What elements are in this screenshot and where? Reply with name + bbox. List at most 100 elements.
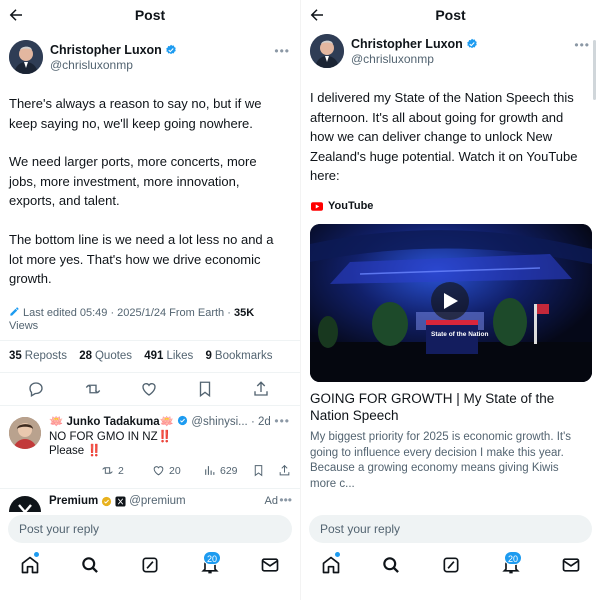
avatar[interactable]	[310, 34, 344, 68]
quotes-count: 28	[79, 350, 92, 362]
home-icon[interactable]	[321, 555, 341, 575]
like-heart-icon[interactable]	[140, 380, 158, 398]
top-bar: Post	[0, 0, 300, 30]
divider	[0, 405, 300, 406]
play-button[interactable]	[431, 282, 469, 320]
more-options-icon[interactable]: •••	[279, 493, 292, 507]
youtube-logo-icon	[311, 201, 323, 211]
top-bar: Post	[301, 0, 600, 30]
bookmarks-count: 9	[205, 350, 212, 362]
messages-envelope-icon[interactable]	[260, 555, 280, 575]
post-screen-right: Post Christopher Luxon @chrisluxonmp •••…	[300, 0, 600, 600]
link-source-name: YouTube	[328, 200, 374, 212]
reply-input[interactable]: Post your reply	[309, 515, 592, 543]
link-card-description: My biggest priority for 2025 is economic…	[310, 431, 572, 490]
video-thumbnail[interactable]: State of the Nation	[310, 224, 592, 382]
divider	[0, 488, 300, 489]
ad-label: Ad	[264, 495, 278, 507]
x-square-icon	[115, 495, 126, 507]
author-name-row: Christopher Luxon	[50, 43, 177, 57]
author-name[interactable]: Christopher Luxon	[50, 43, 162, 57]
link-card-title[interactable]: GOING FOR GROWTH | My State of the Natio…	[310, 390, 588, 424]
post-screen-left: Post Christopher Luxon @chrisluxonmp •••…	[0, 0, 300, 600]
search-icon[interactable]	[80, 555, 100, 575]
engagement-stats: 35 Reposts 28 Quotes 491 Likes 9 Bookmarks	[9, 350, 281, 362]
grok-icon[interactable]	[441, 555, 461, 575]
reply-author: 🪷 Junko Tadakuma🪷 @shinysi... · 2d	[49, 414, 271, 428]
likes-label: Likes	[166, 350, 194, 362]
grok-icon[interactable]	[140, 555, 160, 575]
views-count: 35K	[233, 307, 255, 319]
quotes-stat[interactable]: 28 Quotes	[79, 350, 132, 362]
reply-placeholder: Post your reply	[320, 522, 401, 536]
more-options-icon[interactable]: •••	[274, 44, 290, 58]
post-actions	[0, 380, 300, 400]
repost-icon[interactable]	[84, 380, 102, 398]
home-icon[interactable]	[20, 555, 40, 575]
home-notification-dot	[335, 552, 340, 557]
post-author[interactable]: Christopher Luxon @chrisluxonmp •••	[310, 34, 600, 70]
reply-post[interactable]: 🪷 Junko Tadakuma🪷 @shinysi... · 2d ••• N…	[0, 410, 300, 490]
reply-repost-button[interactable]: 2	[101, 464, 124, 477]
reply-author-name[interactable]: 🪷 Junko Tadakuma🪷	[49, 416, 174, 428]
reposts-count: 35	[9, 350, 22, 362]
reply-text: NO FOR GMO IN NZ‼️ Please ‼️	[49, 430, 172, 458]
reply-placeholder: Post your reply	[19, 522, 100, 536]
author-name-row: Christopher Luxon	[351, 37, 478, 51]
bottom-tab-bar: 20	[0, 551, 300, 581]
reply-avatar[interactable]	[9, 417, 41, 449]
author-name[interactable]: Christopher Luxon	[351, 37, 463, 51]
more-options-icon[interactable]: •••	[574, 38, 590, 52]
bookmark-icon[interactable]	[252, 464, 265, 477]
bookmark-icon[interactable]	[196, 380, 214, 398]
home-notification-dot	[34, 552, 39, 557]
post-text-paragraph-2: We need larger ports, more concerts, mor…	[9, 154, 257, 208]
likes-count: 491	[144, 350, 164, 362]
promoted-handle: @premium	[129, 495, 186, 507]
share-icon[interactable]	[252, 380, 270, 398]
author-handle: @chrisluxonmp	[351, 52, 434, 66]
reply-repost-count: 2	[118, 464, 124, 477]
verified-badge-icon	[178, 415, 188, 426]
repost-icon	[102, 467, 113, 474]
bookmarks-label: Bookmarks	[214, 350, 273, 362]
reply-input[interactable]: Post your reply	[8, 515, 292, 543]
search-icon[interactable]	[381, 555, 401, 575]
reply-like-count: 20	[169, 464, 181, 477]
avatar[interactable]	[9, 40, 43, 74]
link-source: YouTube	[311, 200, 373, 212]
reposts-stat[interactable]: 35 Reposts	[9, 350, 67, 362]
edit-pencil-icon	[10, 307, 19, 316]
promoted-author: Premium @premium	[49, 495, 186, 507]
author-handle: @chrisluxonmp	[50, 58, 133, 72]
gold-verified-badge-icon	[102, 496, 112, 506]
reply-text-line-1: NO FOR GMO IN NZ‼️	[49, 431, 172, 443]
reply-icon[interactable]	[27, 380, 45, 398]
messages-envelope-icon[interactable]	[561, 555, 581, 575]
reply-actions: 2 20 629	[49, 464, 290, 480]
notifications-badge: 20	[504, 551, 523, 565]
promoted-post[interactable]: Premium @premium Ad •••	[0, 490, 300, 512]
post-text: I delivered my State of the Nation Speec…	[310, 90, 578, 183]
edited-timestamp[interactable]: Last edited 05:49 · 2025/1/24 From Earth…	[23, 307, 231, 319]
quotes-label: Quotes	[94, 350, 133, 362]
reply-handle: @shinysi... · 2d	[191, 416, 271, 428]
verified-badge-icon	[467, 38, 477, 49]
share-icon[interactable]	[278, 464, 291, 477]
post-text-paragraph-1: There's always a reason to say no, but i…	[9, 96, 262, 131]
promoted-author-name[interactable]: Premium	[49, 495, 98, 507]
divider	[0, 372, 300, 373]
reply-like-button[interactable]: 20	[152, 464, 181, 477]
post-author[interactable]: Christopher Luxon @chrisluxonmp •••	[9, 40, 300, 76]
likes-stat[interactable]: 491 Likes	[144, 350, 193, 362]
reply-views-button[interactable]: 629	[203, 464, 238, 477]
play-icon	[444, 293, 458, 309]
more-options-icon[interactable]: •••	[274, 414, 290, 428]
page-title: Post	[435, 7, 466, 23]
divider	[0, 340, 300, 341]
bookmarks-stat[interactable]: 9 Bookmarks	[206, 350, 273, 362]
bottom-tab-bar: 20	[301, 551, 600, 581]
reposts-label: Reposts	[24, 350, 67, 362]
views-label: Views	[9, 320, 39, 332]
verified-badge-icon	[166, 44, 176, 55]
